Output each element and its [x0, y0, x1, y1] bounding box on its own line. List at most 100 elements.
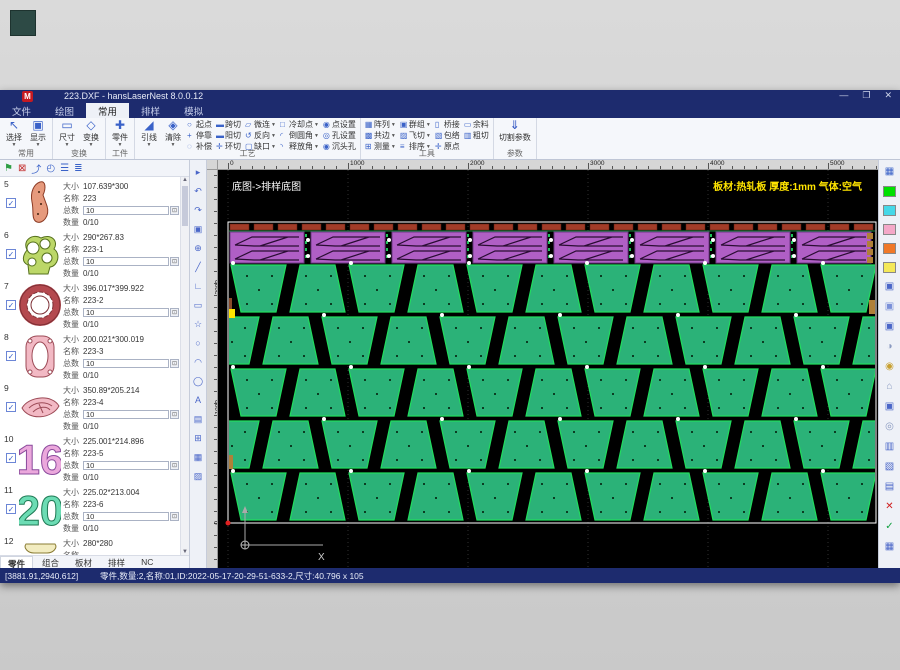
part-total-input[interactable]: 10: [83, 205, 169, 215]
close-red-icon[interactable]: ✕: [885, 497, 893, 517]
ribbon-button-余料[interactable]: ▭ 余料: [462, 119, 491, 130]
part-item-6[interactable]: 6 ✓ 大小 290*267.83 名称 223-1 总数 10 ⊡ 数量 0/10: [0, 228, 180, 279]
swatch-green[interactable]: [883, 186, 896, 197]
flag-icon[interactable]: ⚑: [4, 163, 13, 174]
target-icon[interactable]: ◉: [885, 357, 894, 377]
ribbon-button-阳切[interactable]: ▬ 阳切: [214, 130, 243, 141]
image-tool-icon[interactable]: ▨: [194, 467, 203, 486]
menu-tab-常用[interactable]: 常用: [86, 103, 130, 118]
part-total-button[interactable]: ⊡: [170, 409, 179, 419]
part-total-input[interactable]: 10: [83, 460, 169, 470]
copy-icon[interactable]: ▤: [885, 477, 894, 497]
ribbon-button-反向[interactable]: ↺ 反向 ▼: [243, 130, 278, 141]
clock-icon[interactable]: ◴: [46, 163, 55, 174]
monitor-fit-icon[interactable]: ▣: [885, 277, 894, 297]
ribbon-button-粗切[interactable]: ▥ 粗切: [462, 130, 491, 141]
layers-icon[interactable]: ▧: [885, 457, 894, 477]
save-icon[interactable]: ▦: [885, 162, 894, 182]
swatch-yellow[interactable]: [883, 262, 896, 273]
ribbon-button-桥接[interactable]: ▯ 桥接: [433, 119, 462, 130]
pattern-tool-icon[interactable]: ▦: [194, 448, 203, 467]
text-tool-icon[interactable]: A: [195, 391, 201, 410]
panel-tab-板材[interactable]: 板材: [68, 556, 99, 568]
restore-button[interactable]: ❐: [862, 90, 870, 101]
dimension-tool-icon[interactable]: ⊞: [194, 429, 202, 448]
list-view-icon[interactable]: ☰: [60, 163, 69, 174]
part-total-input[interactable]: 10: [83, 511, 169, 521]
close-button[interactable]: ✕: [884, 90, 892, 101]
part-item-11[interactable]: 11 ✓ 20 大小 225.02*213.004 名称 223-6 总数 10 ⊡ 数量 0…: [0, 483, 180, 534]
ribbon-button-停靠[interactable]: + 停靠: [185, 130, 214, 141]
scroll-up-icon[interactable]: ▲: [182, 177, 188, 183]
star-tool-icon[interactable]: ☆: [194, 315, 202, 334]
import-icon[interactable]: ⤴: [31, 161, 41, 176]
preview-icon[interactable]: ▣: [194, 220, 203, 239]
part-item-5[interactable]: 5 ✓ 大小 107.639*300 名称 223 总数 10 ⊡ 数量 0/10: [0, 177, 180, 228]
part-total-input[interactable]: 10: [83, 358, 169, 368]
menu-tab-绘图[interactable]: 绘图: [43, 103, 86, 118]
part-checkbox[interactable]: ✓: [6, 198, 16, 208]
ribbon-button-包络[interactable]: ▧ 包络: [433, 130, 462, 141]
parts-list[interactable]: 5 ✓ 大小 107.639*300 名称 223 总数 10 ⊡ 数量 0/10 6 ✓ 大…: [0, 177, 180, 555]
arc-tool-icon[interactable]: ◠: [194, 353, 202, 372]
swatch-cyan[interactable]: [883, 205, 896, 216]
minimize-button[interactable]: —: [839, 90, 848, 101]
monitor-sheet-icon[interactable]: ▣: [885, 317, 894, 337]
ribbon-button-共边[interactable]: ▩ 共边 ▼: [363, 130, 398, 141]
part-checkbox[interactable]: ✓: [6, 351, 16, 361]
ribbon-button-飞切[interactable]: ▨ 飞切 ▼: [398, 130, 433, 141]
part-total-button[interactable]: ⊡: [170, 205, 179, 215]
ellipse-tool-icon[interactable]: ◯: [193, 372, 203, 391]
ribbon-button-起点[interactable]: ○ 起点: [185, 119, 214, 130]
part-item-8[interactable]: 8 ✓ 大小 200.021*300.019 名称 223-3 总数 10 ⊡ 数量 0/1…: [0, 330, 180, 381]
zoom-tool-icon[interactable]: ⊕: [194, 239, 202, 258]
part-checkbox[interactable]: ✓: [6, 453, 16, 463]
part-total-button[interactable]: ⊡: [170, 460, 179, 470]
menu-tab-模拟[interactable]: 模拟: [172, 103, 215, 118]
part-total-button[interactable]: ⊡: [170, 511, 179, 521]
ribbon-button-倒圆角[interactable]: ◜ 倒圆角 ▼: [278, 130, 321, 141]
ribbon-button-冷却点[interactable]: □ 冷却点 ▼: [278, 119, 321, 130]
parts-list-scrollbar[interactable]: ▲ ▼: [180, 177, 189, 555]
scroll-thumb[interactable]: [182, 186, 188, 226]
part-checkbox[interactable]: ✓: [6, 402, 16, 412]
part-checkbox[interactable]: ✓: [6, 249, 16, 259]
display-icon[interactable]: ▣: [885, 397, 894, 417]
block-tool-icon[interactable]: ▤: [194, 410, 203, 429]
panel-icon[interactable]: ▥: [885, 437, 894, 457]
select-tool-icon[interactable]: ▸: [196, 163, 201, 182]
swatch-pink[interactable]: [883, 224, 896, 235]
disc-icon[interactable]: ◎: [885, 417, 894, 437]
part-total-button[interactable]: ⊡: [170, 307, 179, 317]
panel-tab-组合[interactable]: 组合: [35, 556, 66, 568]
panel-tab-排样[interactable]: 排样: [101, 556, 132, 568]
rect-tool-icon[interactable]: ▭: [194, 296, 203, 315]
grid-icon[interactable]: ▦: [885, 537, 894, 557]
detail-view-icon[interactable]: ≣: [74, 163, 82, 174]
monitor-zoom-icon[interactable]: ▣: [885, 297, 894, 317]
rotate-view-icon[interactable]: ◑: [886, 337, 892, 357]
ribbon-button-点设置[interactable]: ◉ 点设置: [321, 119, 358, 130]
home-icon[interactable]: ⌂: [886, 377, 892, 397]
part-item-12[interactable]: 12 大小280*280 名称 总数10⊡ 数量0/10: [0, 534, 180, 555]
part-checkbox[interactable]: ✓: [6, 504, 16, 514]
ribbon-button-群组[interactable]: ▣ 群组 ▼: [398, 119, 433, 130]
undo-icon[interactable]: ↶: [194, 182, 202, 201]
desktop-shortcut-icon[interactable]: [10, 10, 36, 36]
ribbon-button-微连[interactable]: ▱ 微连 ▼: [243, 119, 278, 130]
ribbon-button-阵列[interactable]: ▦ 阵列 ▼: [363, 119, 398, 130]
circle-tool-icon[interactable]: ○: [195, 334, 200, 353]
check-green-icon[interactable]: ✓: [885, 517, 893, 537]
line-tool-icon[interactable]: ╱: [195, 258, 200, 277]
ribbon-button-孔设置[interactable]: ◎ 孔设置: [321, 130, 358, 141]
redo-icon[interactable]: ↷: [194, 201, 202, 220]
panel-tab-NC[interactable]: NC: [134, 556, 160, 568]
part-checkbox[interactable]: ✓: [6, 300, 16, 310]
panel-tab-零件[interactable]: 零件: [0, 556, 34, 569]
polyline-tool-icon[interactable]: ∟: [194, 277, 203, 296]
delete-icon[interactable]: ⊠: [18, 163, 26, 174]
part-total-input[interactable]: 10: [83, 307, 169, 317]
part-item-7[interactable]: 7 ✓ 大小 396.017*399.922 名称 223-2 总数 10 ⊡ 数量 0/1…: [0, 279, 180, 330]
part-total-input[interactable]: 10: [83, 256, 169, 266]
nesting-canvas[interactable]: X 底图->排样底图 板材:热轧板 厚度:1mm 气体:空气: [218, 170, 878, 568]
